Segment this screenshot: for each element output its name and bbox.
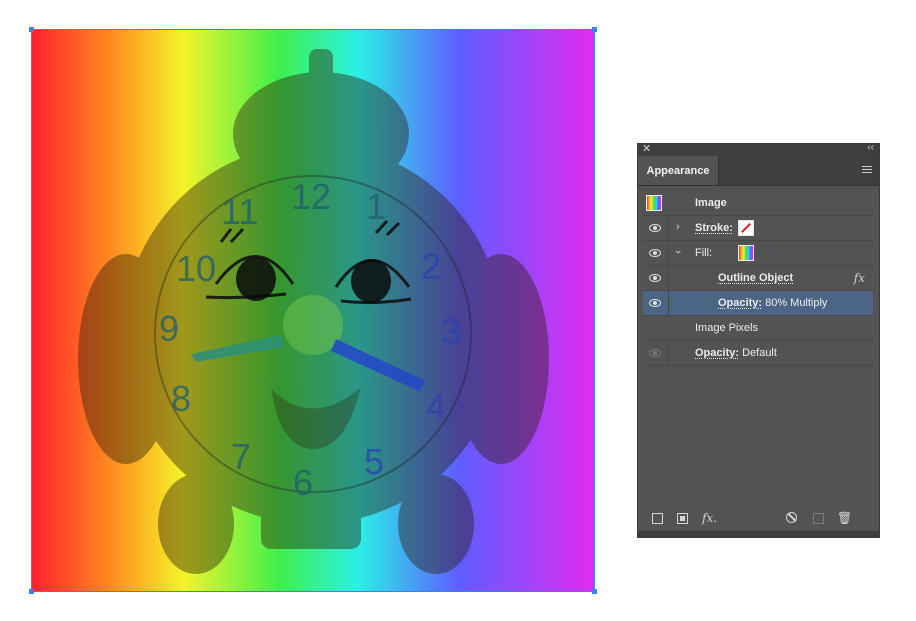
svg-text:8: 8 [171,378,191,419]
tab-appearance[interactable]: Appearance [638,156,719,185]
divider [668,291,669,315]
svg-text:7: 7 [231,436,251,477]
visibility-eye-icon[interactable] [649,224,661,232]
fill-label: Fill: [695,247,713,259]
panel-tab-row: Appearance [638,156,879,186]
svg-text:12: 12 [291,176,331,217]
panel-title-strip[interactable]: ✕ ‹‹ [638,142,879,156]
duplicate-item-icon[interactable] [813,513,824,524]
stroke-none-swatch[interactable] [738,220,754,236]
clock-photo-illustration: 11 12 1 10 2 9 3 8 4 7 6 5 [78,49,549,574]
svg-text:3: 3 [441,311,461,352]
tab-appearance-label: Appearance [646,164,710,177]
panel-menu-icon[interactable] [862,166,872,174]
visibility-eye-icon[interactable] [649,349,661,357]
clock-toy-image[interactable]: 11 12 1 10 2 9 3 8 4 7 6 5 [31,29,595,592]
artboard: 11 12 1 10 2 9 3 8 4 7 6 5 [29,27,597,594]
visibility-eye-icon[interactable] [649,249,661,257]
appearance-attribute-list: Image › Stroke: › Fill: Outline Object f… [643,191,873,366]
svg-text:9: 9 [159,308,179,349]
outline-object-label[interactable]: Outline Object [718,272,793,284]
clear-appearance-icon[interactable] [786,512,797,523]
trash-icon[interactable]: 🗑 [837,511,852,525]
fx-icon[interactable]: fx [854,271,865,285]
opacity-label[interactable]: Opacity: [695,347,739,359]
svg-text:11: 11 [221,191,258,232]
add-new-fill-icon[interactable] [677,513,688,524]
row-image-label: Image [695,197,727,209]
panel-bottom-toolbar: fx. 🗑 [638,507,879,529]
close-panel-icon[interactable]: ✕ [642,142,651,155]
svg-text:10: 10 [176,248,216,289]
add-new-stroke-icon[interactable] [652,513,663,524]
appearance-panel: ✕ ‹‹ Appearance Image › Stroke: › Fill: [637,142,880,538]
divider [668,341,669,365]
add-effect-icon[interactable]: fx. [702,511,717,525]
row-stroke[interactable]: › Stroke: [643,216,873,241]
image-pixels-label: Image Pixels [695,322,758,334]
divider [668,216,669,240]
row-image[interactable]: Image [643,191,873,216]
divider [668,266,669,290]
svg-text:5: 5 [364,441,384,482]
panel-resize-grip[interactable] [638,531,879,537]
visibility-eye-icon[interactable] [649,299,661,307]
row-fill[interactable]: › Fill: [643,241,873,266]
image-thumbnail-icon [646,195,662,211]
opacity-label[interactable]: Opacity: [718,297,762,309]
chevron-down-icon[interactable]: › [672,250,684,254]
collapse-panel-icon[interactable]: ‹‹ [867,142,874,153]
svg-text:6: 6 [293,462,313,503]
visibility-eye-icon[interactable] [649,274,661,282]
row-opacity-default[interactable]: Opacity: Default [643,341,873,366]
row-image-pixels[interactable]: Image Pixels [643,316,873,341]
row-outline-object[interactable]: Outline Object fx [643,266,873,291]
chevron-right-icon[interactable]: › [676,221,680,233]
opacity-line: Opacity: 80% Multiply [718,297,827,309]
divider [668,241,669,265]
opacity-value: 80% Multiply [765,297,828,309]
svg-text:2: 2 [421,246,441,287]
svg-text:4: 4 [426,386,446,427]
row-opacity-selected[interactable]: Opacity: 80% Multiply [643,291,873,316]
svg-text:1: 1 [366,186,386,227]
opacity-default-value: Default [742,347,777,359]
opacity-default-line: Opacity: Default [695,347,777,359]
stroke-label[interactable]: Stroke: [695,222,733,234]
fill-gradient-swatch[interactable] [738,245,754,261]
